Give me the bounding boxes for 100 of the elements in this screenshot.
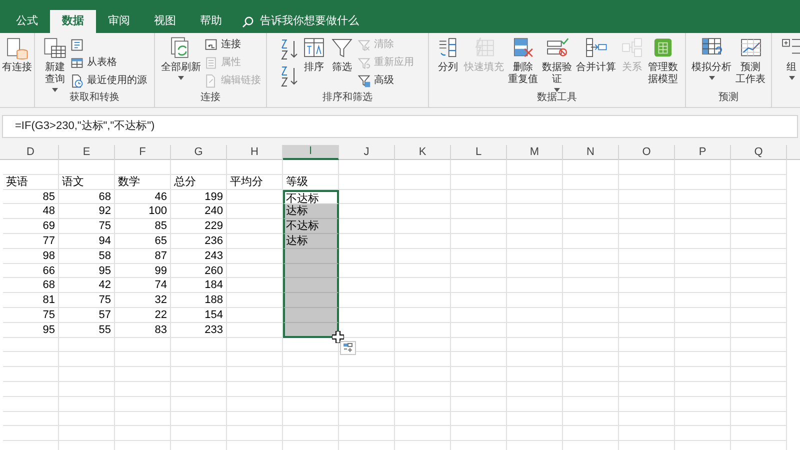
sort-button[interactable] xyxy=(281,37,299,61)
ribbon-button[interactable]: 分列 xyxy=(435,36,461,74)
ribbon-tab[interactable]: 数据 xyxy=(50,10,96,33)
column-header[interactable]: P xyxy=(675,145,731,160)
table-cell[interactable]: 总分 xyxy=(171,174,227,190)
table-cell[interactable]: 229 xyxy=(171,219,227,234)
table-cell[interactable]: 240 xyxy=(171,204,227,220)
table-cell[interactable]: 32 xyxy=(115,293,171,308)
ribbon-button[interactable]: 新建 查询 xyxy=(42,36,68,92)
table-cell[interactable]: 不达标 xyxy=(283,219,339,234)
table-cell[interactable]: 55 xyxy=(59,322,115,338)
table-cell[interactable]: 85 xyxy=(115,219,171,234)
table-cell[interactable]: 英语 xyxy=(3,174,59,190)
table-cell[interactable]: 48 xyxy=(3,204,59,220)
sort-grid-icon xyxy=(302,36,326,60)
table-cell[interactable]: 154 xyxy=(171,308,227,323)
ribbon-button[interactable]: 合并计算 xyxy=(575,36,617,74)
table-cell[interactable] xyxy=(283,293,339,308)
column-header[interactable]: E xyxy=(59,145,115,160)
column-header[interactable]: F xyxy=(115,145,171,160)
column-header[interactable]: D xyxy=(3,145,59,160)
ribbon-button[interactable]: 最近使用的源 xyxy=(70,73,147,88)
table-cell[interactable]: 42 xyxy=(59,278,115,294)
column-header[interactable]: G xyxy=(171,145,227,160)
table-cell[interactable] xyxy=(283,308,339,323)
table-cell[interactable]: 75 xyxy=(59,293,115,308)
table-cell[interactable]: 66 xyxy=(3,264,59,278)
table-cell[interactable]: 75 xyxy=(3,308,59,323)
table-cell[interactable]: 85 xyxy=(3,190,59,204)
ribbon-button[interactable]: 管理数 据模型 xyxy=(647,36,679,86)
ribbon-button[interactable]: 预测 工作表 xyxy=(734,36,766,86)
table-cell[interactable]: 74 xyxy=(115,278,171,294)
table-cell[interactable]: 100 xyxy=(115,204,171,220)
ribbon-tab[interactable]: 公式 xyxy=(4,10,50,33)
column-header[interactable]: M xyxy=(507,145,563,160)
column-header[interactable]: L xyxy=(451,145,507,160)
group-label: 排序和筛选 xyxy=(322,91,372,105)
quick-analysis-icon xyxy=(342,343,354,352)
ribbon-button[interactable]: 模拟分析 xyxy=(690,36,732,80)
table-cell[interactable]: 243 xyxy=(171,248,227,264)
table-cell[interactable]: 语文 xyxy=(59,174,115,190)
table-cell[interactable]: 77 xyxy=(3,234,59,249)
column-header[interactable]: N xyxy=(563,145,619,160)
table-cell[interactable] xyxy=(283,278,339,294)
table-cell[interactable]: 68 xyxy=(3,278,59,294)
table-cell[interactable]: 68 xyxy=(59,190,115,204)
table-cell[interactable]: 达标 xyxy=(283,234,339,249)
ribbon-button[interactable]: 筛选 xyxy=(329,36,355,74)
table-cell[interactable]: 不达标 xyxy=(283,190,339,204)
ribbon-tab[interactable]: 审阅 xyxy=(96,10,142,33)
table-cell[interactable] xyxy=(283,322,339,338)
table-cell[interactable]: 199 xyxy=(171,190,227,204)
ribbon-button[interactable]: 从表格 xyxy=(70,55,147,70)
column-header[interactable]: J xyxy=(339,145,395,160)
table-cell[interactable]: 184 xyxy=(171,278,227,294)
quick-analysis-button[interactable] xyxy=(340,340,356,355)
table-cell[interactable]: 65 xyxy=(115,234,171,249)
table-cell[interactable]: 81 xyxy=(3,293,59,308)
table-cell[interactable]: 233 xyxy=(171,322,227,338)
formula-field[interactable]: =IF(G3>230,"达标","不达标") xyxy=(2,115,798,138)
table-cell[interactable]: 达标 xyxy=(283,204,339,220)
table-cell[interactable] xyxy=(283,264,339,278)
ribbon-tab[interactable]: 视图 xyxy=(142,10,188,33)
table-cell[interactable]: 95 xyxy=(3,322,59,338)
ribbon-button[interactable]: 高级 xyxy=(357,73,414,88)
column-header[interactable]: I xyxy=(283,145,339,160)
ribbon-button[interactable]: 数据验 证 xyxy=(541,36,573,92)
table-cell[interactable] xyxy=(283,248,339,264)
table-cell[interactable]: 平均分 xyxy=(227,174,283,190)
ribbon-button[interactable]: 组 xyxy=(778,36,800,80)
sort-ascending-icon xyxy=(281,38,299,60)
ribbon-tab[interactable]: 帮助 xyxy=(188,10,234,33)
ribbon-button[interactable]: 排序 xyxy=(301,36,327,74)
table-cell[interactable]: 98 xyxy=(3,248,59,264)
ribbon-button[interactable]: 全部刷新 xyxy=(160,36,202,80)
ribbon-button[interactable]: 删除 重复值 xyxy=(507,36,539,86)
table-cell[interactable]: 188 xyxy=(171,293,227,308)
tell-me-field[interactable]: 告诉我你想要做什么 xyxy=(260,13,359,30)
table-cell[interactable]: 87 xyxy=(115,248,171,264)
table-cell[interactable]: 94 xyxy=(59,234,115,249)
column-header[interactable]: K xyxy=(395,145,451,160)
table-cell[interactable]: 数学 xyxy=(115,174,171,190)
table-cell[interactable]: 58 xyxy=(59,248,115,264)
table-cell[interactable]: 69 xyxy=(3,219,59,234)
ribbon-button[interactable]: 连接 xyxy=(204,37,261,52)
sort-button[interactable] xyxy=(281,64,299,88)
table-cell[interactable]: 57 xyxy=(59,308,115,323)
column-header[interactable]: Q xyxy=(731,145,787,160)
table-cell[interactable]: 260 xyxy=(171,264,227,278)
table-cell[interactable]: 46 xyxy=(115,190,171,204)
table-cell[interactable]: 92 xyxy=(59,204,115,220)
ribbon-button[interactable]: 有连接 xyxy=(1,36,33,74)
table-cell[interactable]: 22 xyxy=(115,308,171,323)
search-icon[interactable] xyxy=(242,16,254,28)
table-cell[interactable]: 95 xyxy=(59,264,115,278)
table-cell[interactable]: 99 xyxy=(115,264,171,278)
table-cell[interactable]: 236 xyxy=(171,234,227,249)
table-cell[interactable]: 83 xyxy=(115,322,171,338)
table-cell[interactable]: 75 xyxy=(59,219,115,234)
column-header[interactable]: O xyxy=(619,145,675,160)
